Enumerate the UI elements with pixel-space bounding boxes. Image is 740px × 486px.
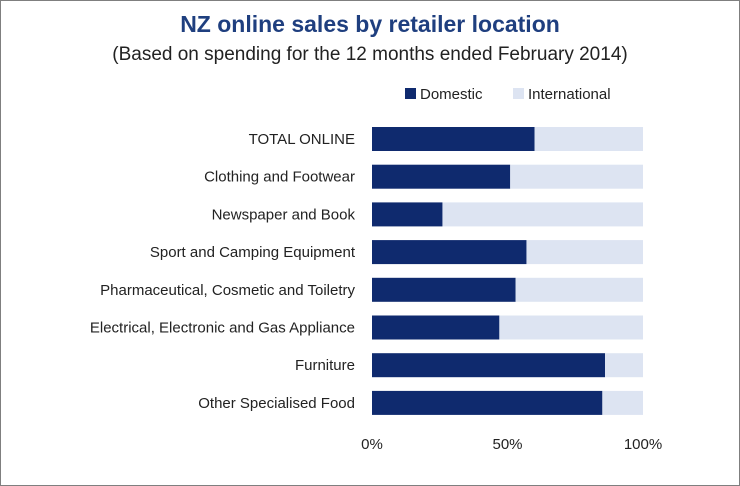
- bar-international: [510, 164, 643, 189]
- bar-domestic: [372, 202, 443, 227]
- legend-swatch: [513, 88, 524, 99]
- bar-domestic: [372, 315, 500, 340]
- category-label: TOTAL ONLINE: [249, 131, 355, 148]
- category-label: Pharmaceutical, Cosmetic and Toiletry: [100, 282, 355, 299]
- x-tick-label: 50%: [492, 436, 522, 453]
- legend-label: International: [528, 86, 611, 103]
- x-tick-label: 100%: [624, 436, 662, 453]
- bar-domestic: [372, 353, 606, 378]
- bar-domestic: [372, 127, 535, 151]
- chart-frame: NZ online sales by retailer location (Ba…: [0, 0, 740, 486]
- bar-domestic: [372, 240, 527, 265]
- bar-international: [602, 390, 643, 415]
- category-label: Newspaper and Book: [212, 206, 356, 223]
- bar-international: [442, 202, 643, 227]
- category-label: Electrical, Electronic and Gas Appliance: [90, 320, 355, 337]
- legend-label: Domestic: [420, 86, 483, 103]
- chart-plot: TOTAL ONLINE Clothing and Footwear Newspap…: [90, 86, 662, 453]
- category-label: Clothing and Footwear: [204, 169, 355, 186]
- legend-swatch: [405, 88, 416, 99]
- category-label: Other Specialised Food: [198, 395, 355, 412]
- bar-domestic: [372, 277, 516, 302]
- x-tick-label: 0%: [361, 436, 383, 453]
- bar-international: [515, 277, 643, 302]
- category-label: Furniture: [295, 357, 355, 374]
- bar-domestic: [372, 390, 603, 415]
- bar-international: [605, 353, 643, 378]
- bar-domestic: [372, 164, 511, 189]
- bar-international: [534, 127, 643, 151]
- bar-international: [499, 315, 643, 340]
- category-label: Sport and Camping Equipment: [150, 244, 356, 261]
- bar-international: [526, 240, 643, 265]
